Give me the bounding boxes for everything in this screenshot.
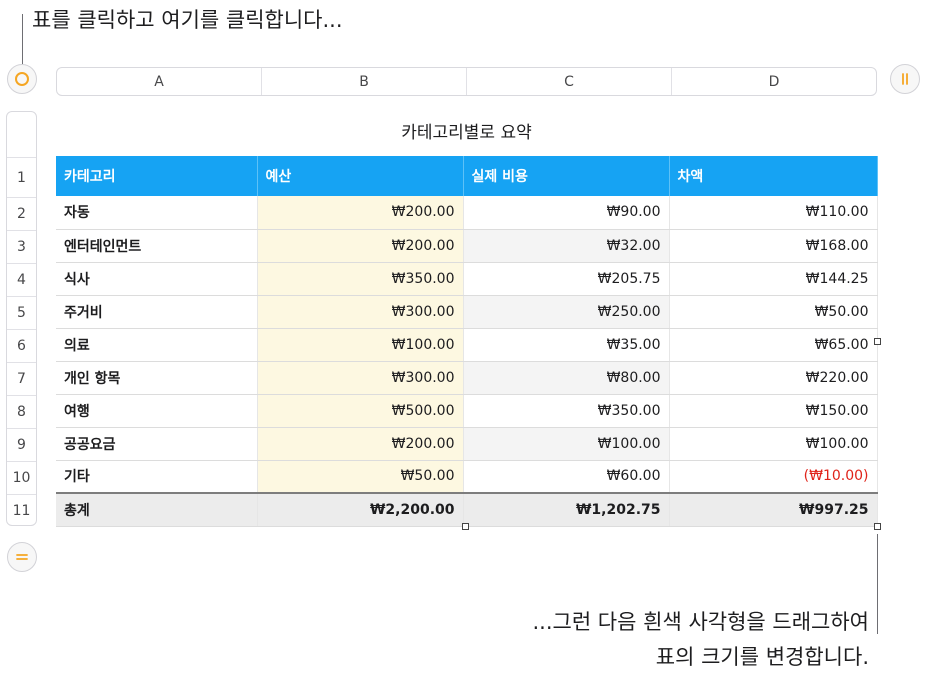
category-cell[interactable]: 의료 [56, 328, 258, 362]
table-row: 자동 ₩200.00 ₩90.00 ₩110.00 [56, 196, 878, 230]
callout-bottom-line [877, 534, 878, 634]
row-header-3[interactable]: 3 [7, 230, 36, 263]
column-header-c[interactable]: C [467, 68, 672, 95]
difference-cell[interactable]: ₩65.00 [669, 328, 878, 362]
actual-cell[interactable]: ₩205.75 [463, 262, 670, 296]
row-header-10[interactable]: 10 [7, 461, 36, 494]
column-header-a[interactable]: A [57, 68, 262, 95]
table-row: 공공요금 ₩200.00 ₩100.00 ₩100.00 [56, 427, 878, 461]
difference-cell[interactable]: ₩50.00 [669, 295, 878, 329]
actual-cell[interactable]: ₩100.00 [463, 427, 670, 461]
row-header-bar: 1 2 3 4 5 6 7 8 9 10 11 [6, 111, 37, 526]
category-cell[interactable]: 식사 [56, 262, 258, 296]
difference-cell[interactable]: ₩144.25 [669, 262, 878, 296]
header-cell-difference[interactable]: 차액 [669, 156, 878, 196]
column-header-b[interactable]: B [262, 68, 467, 95]
row-header-2[interactable]: 2 [7, 197, 36, 230]
table-row: 엔터테인먼트 ₩200.00 ₩32.00 ₩168.00 [56, 229, 878, 263]
budget-cell[interactable]: ₩100.00 [257, 328, 464, 362]
callout-bottom-line2: 표의 크기를 변경합니다. [655, 645, 869, 669]
resize-handle-right[interactable] [874, 338, 881, 345]
row-header-11[interactable]: 11 [7, 494, 36, 526]
difference-cell[interactable]: ₩220.00 [669, 361, 878, 395]
actual-cell[interactable]: ₩90.00 [463, 196, 670, 230]
actual-cell[interactable]: ₩80.00 [463, 361, 670, 395]
callout-top-line [22, 14, 23, 64]
total-label-cell[interactable]: 총계 [56, 492, 258, 527]
difference-cell[interactable]: ₩150.00 [669, 394, 878, 428]
table-total-row: 총계 ₩2,200.00 ₩1,202.75 ₩997.25 [56, 492, 878, 527]
resize-handle-bottom[interactable] [462, 523, 469, 530]
budget-cell[interactable]: ₩200.00 [257, 427, 464, 461]
category-cell[interactable]: 공공요금 [56, 427, 258, 461]
actual-cell[interactable]: ₩350.00 [463, 394, 670, 428]
header-cell-actual[interactable]: 실제 비용 [463, 156, 670, 196]
column-header-d[interactable]: D [672, 68, 876, 95]
total-budget-cell[interactable]: ₩2,200.00 [257, 492, 464, 527]
table-row: 식사 ₩350.00 ₩205.75 ₩144.25 [56, 262, 878, 296]
difference-cell[interactable]: ₩168.00 [669, 229, 878, 263]
actual-cell[interactable]: ₩32.00 [463, 229, 670, 263]
actual-cell[interactable]: ₩250.00 [463, 295, 670, 329]
budget-cell[interactable]: ₩300.00 [257, 361, 464, 395]
category-cell[interactable]: 주거비 [56, 295, 258, 329]
row-header-8[interactable]: 8 [7, 395, 36, 428]
add-column-button[interactable] [890, 64, 920, 94]
actual-cell[interactable]: ₩60.00 [463, 460, 670, 494]
table-title[interactable]: 카테고리별로 요약 [56, 118, 877, 143]
category-cell[interactable]: 기타 [56, 460, 258, 494]
table-row: 개인 항목 ₩300.00 ₩80.00 ₩220.00 [56, 361, 878, 395]
column-resize-icon [902, 73, 908, 85]
add-row-button[interactable] [7, 542, 37, 572]
category-cell[interactable]: 자동 [56, 196, 258, 230]
callout-top-text: 표를 클릭하고 여기를 클릭합니다... [32, 8, 343, 32]
summary-table: 카테고리 예산 실제 비용 차액 자동 ₩200.00 ₩90.00 ₩110.… [56, 156, 878, 527]
resize-handle-corner[interactable] [874, 523, 881, 530]
budget-cell[interactable]: ₩300.00 [257, 295, 464, 329]
callout-bottom-line1: ...그런 다음 흰색 사각형을 드래그하여 [532, 610, 869, 634]
total-difference-cell[interactable]: ₩997.25 [669, 492, 878, 527]
budget-cell[interactable]: ₩350.00 [257, 262, 464, 296]
table-row: 여행 ₩500.00 ₩350.00 ₩150.00 [56, 394, 878, 428]
row-header-5[interactable]: 5 [7, 296, 36, 329]
table-row: 의료 ₩100.00 ₩35.00 ₩65.00 [56, 328, 878, 362]
budget-cell[interactable]: ₩200.00 [257, 196, 464, 230]
budget-cell[interactable]: ₩50.00 [257, 460, 464, 494]
column-header-bar: A B C D [56, 67, 877, 96]
table-select-button[interactable] [7, 64, 37, 94]
header-cell-category[interactable]: 카테고리 [56, 156, 258, 196]
budget-cell[interactable]: ₩200.00 [257, 229, 464, 263]
actual-cell[interactable]: ₩35.00 [463, 328, 670, 362]
row-header-4[interactable]: 4 [7, 263, 36, 296]
category-cell[interactable]: 엔터테인먼트 [56, 229, 258, 263]
difference-cell[interactable]: ₩100.00 [669, 427, 878, 461]
table-row: 기타 ₩50.00 ₩60.00 (₩10.00) [56, 460, 878, 494]
callout-bottom-text: ...그런 다음 흰색 사각형을 드래그하여 표의 크기를 변경합니다. [532, 605, 869, 675]
difference-cell[interactable]: ₩110.00 [669, 196, 878, 230]
total-actual-cell[interactable]: ₩1,202.75 [463, 492, 670, 527]
row-resize-icon [16, 554, 28, 560]
category-cell[interactable]: 여행 [56, 394, 258, 428]
header-cell-budget[interactable]: 예산 [257, 156, 464, 196]
row-header-7[interactable]: 7 [7, 362, 36, 395]
budget-cell[interactable]: ₩500.00 [257, 394, 464, 428]
category-cell[interactable]: 개인 항목 [56, 361, 258, 395]
circle-select-icon [15, 72, 29, 86]
table-row: 주거비 ₩300.00 ₩250.00 ₩50.00 [56, 295, 878, 329]
row-header-1[interactable]: 1 [7, 157, 36, 197]
difference-cell-negative[interactable]: (₩10.00) [669, 460, 878, 494]
table-header-row: 카테고리 예산 실제 비용 차액 [56, 156, 878, 196]
row-header-9[interactable]: 9 [7, 428, 36, 461]
row-header-6[interactable]: 6 [7, 329, 36, 362]
